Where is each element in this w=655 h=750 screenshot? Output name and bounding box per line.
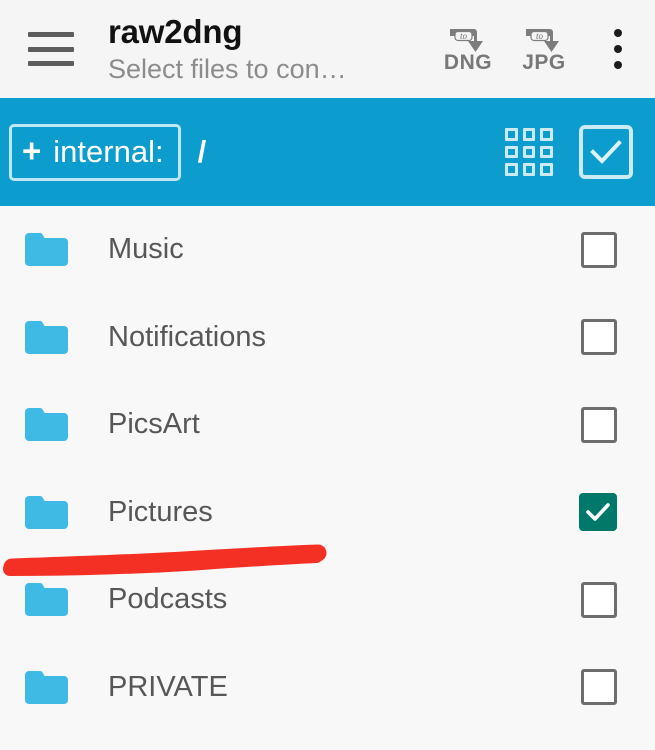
file-name: Podcasts — [108, 583, 228, 616]
table-row[interactable]: PRIVATE — [0, 644, 655, 732]
convert-to-dng-label: DNG — [443, 50, 493, 74]
hamburger-line — [28, 61, 74, 66]
table-row[interactable]: PicsArt — [0, 381, 655, 469]
title-block: raw2dng Select files to con… — [108, 12, 437, 85]
row-checkbox[interactable] — [581, 581, 617, 618]
grid-cell — [540, 128, 553, 141]
row-checkbox[interactable] — [581, 319, 617, 356]
more-vertical-icon[interactable] — [595, 18, 641, 80]
menu-dot — [614, 29, 622, 37]
folder-icon — [22, 494, 69, 531]
file-name: PicsArt — [108, 408, 200, 441]
current-path: / — [197, 134, 207, 169]
grid-cell — [540, 145, 553, 159]
convert-to-dng-icon: to — [444, 25, 492, 53]
file-name: Pictures — [108, 495, 213, 528]
table-row[interactable]: Music — [0, 206, 655, 294]
select-all-checkbox-icon[interactable] — [579, 125, 633, 179]
storage-selector-label: internal: — [53, 133, 164, 169]
grid-cell — [522, 128, 536, 141]
file-name: Notifications — [108, 320, 266, 353]
file-name: Music — [108, 233, 184, 266]
row-checkbox[interactable] — [581, 406, 617, 443]
row-checkbox[interactable] — [581, 231, 617, 268]
hamburger-line — [28, 32, 74, 37]
folder-icon — [22, 231, 69, 268]
add-icon: + — [22, 131, 42, 169]
hamburger-line — [28, 46, 74, 52]
grid-cell — [505, 128, 518, 141]
grid-view-icon[interactable] — [501, 124, 557, 180]
folder-icon — [22, 406, 69, 443]
folder-icon — [22, 319, 69, 356]
table-row[interactable]: Podcasts — [0, 556, 655, 644]
convert-to-dng-button[interactable]: to DNG — [437, 18, 499, 80]
menu-dot — [614, 45, 622, 53]
path-bar: + internal: / — [0, 98, 655, 206]
table-row[interactable]: Pictures — [0, 469, 655, 557]
svg-text:to: to — [536, 31, 544, 41]
grid-cell — [522, 163, 536, 176]
grid-cell — [505, 145, 518, 159]
page-subtitle: Select files to con… — [108, 53, 347, 84]
menu-dot — [614, 61, 622, 69]
convert-to-jpg-label: JPG — [522, 50, 566, 74]
folder-icon — [22, 581, 69, 618]
row-checkbox[interactable] — [581, 669, 617, 706]
hamburger-menu-icon[interactable] — [28, 32, 74, 66]
folder-icon — [22, 669, 69, 706]
convert-to-jpg-icon: to — [520, 25, 568, 53]
grid-cell — [505, 163, 518, 176]
page-title: raw2dng — [108, 12, 243, 50]
grid-cell — [522, 145, 536, 159]
convert-to-jpg-button[interactable]: to JPG — [513, 18, 575, 80]
svg-text:to: to — [460, 31, 468, 41]
grid-cell — [540, 163, 553, 176]
table-row[interactable]: Notifications — [0, 294, 655, 382]
row-checkbox-checked[interactable] — [579, 493, 617, 532]
file-list[interactable]: Music Notifications PicsArt Pictures Podcast… — [0, 206, 655, 750]
storage-selector-button[interactable]: + internal: — [9, 123, 181, 181]
app-bar: raw2dng Select files to con… to DNG to J… — [0, 0, 655, 98]
file-name: PRIVATE — [108, 670, 228, 703]
